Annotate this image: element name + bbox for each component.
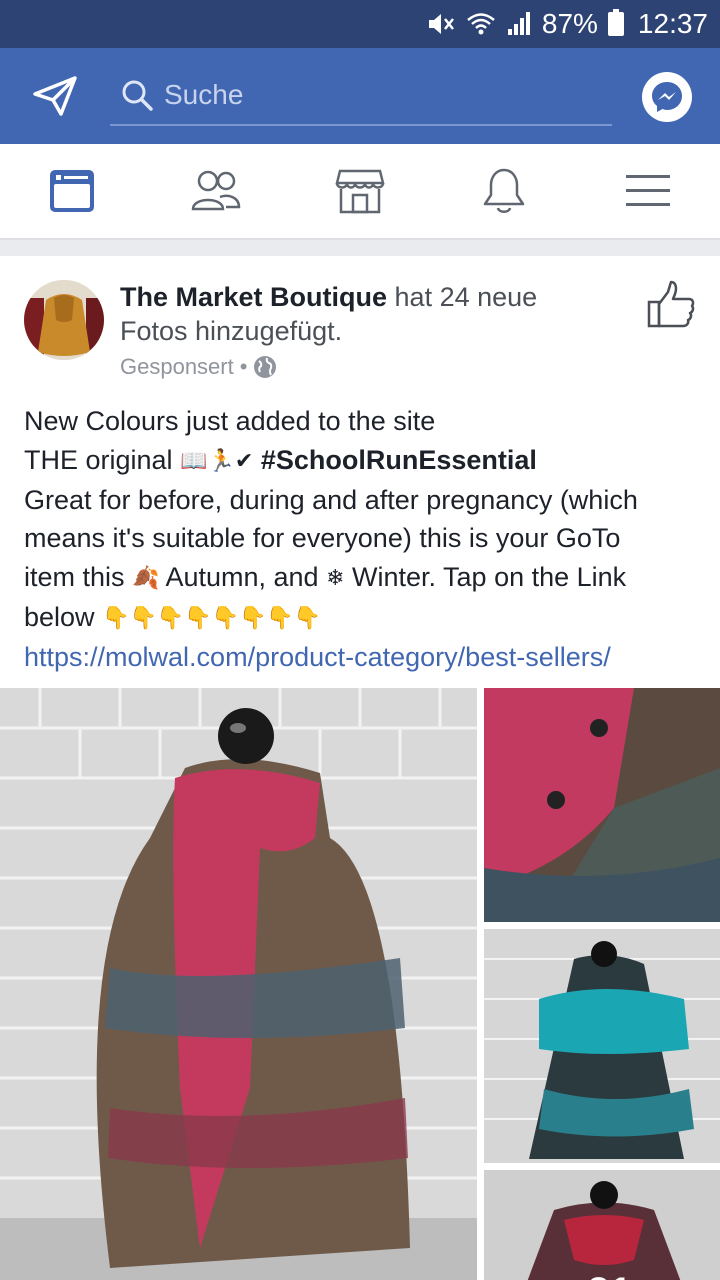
check-emoji: ✔ — [234, 448, 254, 474]
hashtag-link[interactable]: #SchoolRunEssential — [261, 445, 537, 475]
book-emoji: 📖 — [180, 448, 208, 474]
tab-notifications[interactable] — [432, 144, 576, 238]
status-bar: 87% 12:37 — [0, 0, 720, 48]
post-line-text: THE original — [24, 444, 181, 475]
battery-icon — [607, 9, 624, 36]
pointing-down-emojis: 👇👇👇👇👇👇👇👇 — [102, 605, 322, 631]
tab-friends[interactable] — [144, 144, 288, 238]
post-line-text: Autumn, and — [159, 561, 327, 592]
photo-thumb[interactable] — [484, 929, 720, 1163]
marketplace-icon — [335, 169, 385, 214]
post-line-text: New Colours just added to the site — [24, 406, 436, 436]
tab-bar — [0, 144, 720, 240]
runner-emoji: 🏃 — [207, 448, 235, 474]
post-text: New Colours just added to the site THE o… — [0, 390, 720, 676]
post-line: THE original 📖🏃✔ #SchoolRunEssential — [24, 441, 696, 481]
news-feed-icon — [50, 170, 94, 212]
messenger-button[interactable] — [642, 72, 692, 122]
thumbs-up-icon — [647, 280, 695, 328]
friends-icon — [191, 170, 241, 211]
post-line: item this 🍂 Autumn, and ❄ Winter. Tap on… — [24, 558, 696, 598]
sponsored-label[interactable]: Gesponsert — [120, 354, 234, 380]
feed-post: The Market Boutique hat 24 neue Fotos hi… — [0, 256, 720, 1280]
post-line-text: Winter. Tap on the Link — [344, 561, 627, 592]
photo-thumb[interactable] — [484, 688, 720, 922]
tab-news-feed[interactable] — [0, 144, 144, 238]
tab-menu[interactable] — [576, 144, 720, 238]
post-line: means it's suitable for everyone) this i… — [24, 519, 696, 558]
bell-icon — [483, 168, 525, 213]
battery-percent: 87% — [541, 8, 598, 39]
post-line: https://molwal.com/product-category/best… — [24, 638, 696, 677]
leaf-emoji: 🍂 — [132, 565, 160, 591]
status-icons: 87% 12:37 — [426, 8, 708, 40]
clock: 12:37 — [637, 8, 708, 39]
post-line: below 👇👇👇👇👇👇👇👇 — [24, 598, 696, 638]
post-line: Great for before, during and after pregn… — [24, 481, 696, 520]
search-placeholder: Suche — [164, 79, 244, 110]
external-link[interactable]: https://molwal.com/product-category/best… — [24, 642, 611, 672]
post-line-text: item this — [24, 561, 133, 592]
meta-separator: • — [239, 354, 248, 379]
snowflake-emoji: ❄ — [326, 565, 345, 591]
photo-main[interactable] — [0, 688, 477, 1280]
hamburger-menu-icon — [626, 175, 670, 206]
post-line-text: Great for before, during and after pregn… — [24, 484, 638, 515]
globe-icon — [254, 356, 277, 378]
search-input[interactable]: Suche — [110, 66, 612, 126]
post-meta: Gesponsert • — [120, 354, 277, 380]
like-page-button[interactable] — [646, 280, 696, 330]
post-line-text: means it's suitable for everyone) this i… — [24, 523, 621, 554]
tab-marketplace[interactable] — [288, 144, 432, 238]
page-avatar[interactable] — [24, 280, 104, 360]
photo-thumb[interactable]: +21 — [484, 1170, 720, 1280]
post-header: The Market Boutique hat 24 neue Fotos hi… — [0, 256, 720, 390]
send-button[interactable] — [0, 48, 110, 144]
search-icon — [110, 79, 164, 111]
top-bar: Suche — [0, 48, 720, 144]
page-name-link[interactable]: The Market Boutique — [120, 282, 387, 312]
more-photos-count: +21 — [564, 1270, 632, 1280]
mute-icon — [426, 11, 456, 37]
messenger-icon — [652, 82, 682, 112]
post-line-text: below — [24, 601, 103, 632]
signal-icon — [506, 11, 532, 37]
photo-grid: +21 — [0, 688, 720, 1280]
post-line: New Colours just added to the site — [24, 402, 696, 441]
post-title: The Market Boutique hat 24 neue Fotos hi… — [120, 280, 580, 348]
wifi-icon — [466, 11, 496, 37]
paper-plane-icon — [33, 76, 77, 116]
